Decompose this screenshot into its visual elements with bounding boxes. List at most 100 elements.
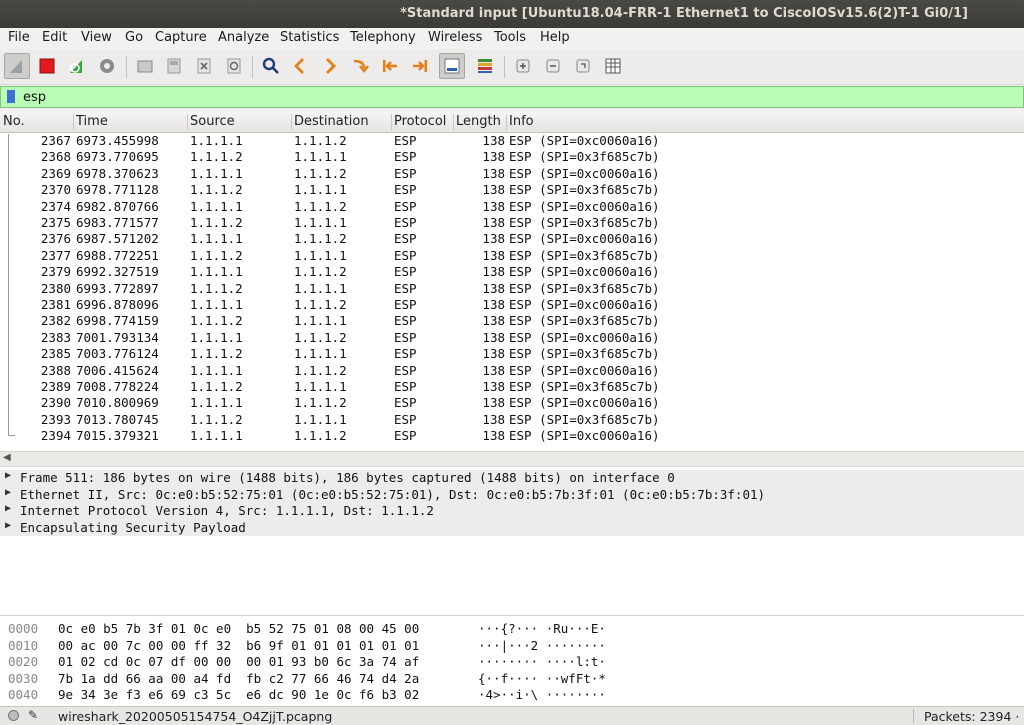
go-to-packet-icon[interactable]	[347, 53, 373, 79]
go-forward-arrow-icon[interactable]	[317, 53, 343, 79]
cell-destination: 1.1.1.2	[294, 329, 347, 345]
menu-go[interactable]: Go	[125, 30, 143, 45]
menu-help[interactable]: Help	[540, 30, 570, 45]
cell-info: ESP (SPI=0x3f685c7b)	[509, 411, 660, 427]
packet-row[interactable]: 2393 7013.780745 1.1.1.2 1.1.1.1 ESP 138 ESP (…	[0, 412, 1024, 428]
column-header-destination[interactable]: Destination	[294, 114, 369, 129]
menu-wireless[interactable]: Wireless	[428, 30, 482, 45]
stop-square-icon[interactable]	[34, 53, 60, 79]
menu-capture[interactable]: Capture	[155, 30, 207, 45]
packet-list-hscrollbar[interactable]: ◀	[0, 451, 1024, 466]
gear-options-icon[interactable]	[94, 53, 120, 79]
menu-telephony[interactable]: Telephony	[350, 30, 416, 45]
column-header-no[interactable]: No.	[3, 114, 25, 129]
packet-row[interactable]: 2381 6996.878096 1.1.1.1 1.1.1.2 ESP 138 ESP (…	[0, 297, 1024, 313]
packet-row[interactable]: 2376 6987.571202 1.1.1.1 1.1.1.2 ESP 138 ESP (…	[0, 231, 1024, 247]
cell-info: ESP (SPI=0x3f685c7b)	[509, 379, 660, 394]
toolbar-separator	[252, 56, 253, 78]
close-file-icon[interactable]	[191, 53, 217, 79]
detail-row-ipv4[interactable]: ▶ Internet Protocol Version 4, Src: 1.1.…	[0, 503, 1024, 520]
reload-file-icon[interactable]	[221, 53, 247, 79]
shark-fin-icon[interactable]	[4, 53, 30, 79]
cell-protocol: ESP	[394, 379, 417, 394]
packet-row[interactable]: 2375 6983.771577 1.1.1.2 1.1.1.1 ESP 138 ESP (…	[0, 215, 1024, 231]
main-toolbar	[0, 50, 1024, 85]
packet-row[interactable]: 2370 6978.771128 1.1.1.2 1.1.1.1 ESP 138 ESP (…	[0, 182, 1024, 198]
resize-columns-icon[interactable]	[600, 53, 626, 79]
zoom-in-icon[interactable]	[510, 53, 536, 79]
bookmark-icon[interactable]	[7, 90, 15, 103]
open-file-icon[interactable]	[132, 53, 158, 79]
cell-protocol: ESP	[394, 362, 417, 378]
packet-row[interactable]: 2374 6982.870766 1.1.1.1 1.1.1.2 ESP 138 ESP (…	[0, 199, 1024, 215]
expert-info-led-icon[interactable]	[8, 710, 19, 721]
packet-row[interactable]: 2367 6973.455998 1.1.1.1 1.1.1.2 ESP 138 ESP (…	[0, 133, 1024, 149]
bytes-row: 0000 0c e0 b5 7b 3f 01 0c e0 b5 52 75 01…	[8, 621, 606, 636]
packet-row[interactable]: 2390 7010.800969 1.1.1.1 1.1.1.2 ESP 138 ESP (…	[0, 395, 1024, 411]
cell-destination: 1.1.1.1	[294, 313, 347, 329]
cell-time: 6992.327519	[76, 264, 159, 280]
capture-file-name: wireshark_20200505154754_O4ZjjT.pcapng	[58, 709, 333, 724]
go-back-arrow-icon[interactable]	[287, 53, 313, 79]
save-file-icon[interactable]	[161, 53, 187, 79]
packet-row[interactable]: 2385 7003.776124 1.1.1.2 1.1.1.1 ESP 138 ESP (…	[0, 346, 1024, 362]
bytes-row: 0040 9e 34 3e f3 e6 69 c3 5c e6 dc 90 1e…	[8, 687, 606, 702]
packet-row[interactable]: 2369 6978.370623 1.1.1.1 1.1.1.2 ESP 138 ESP (…	[0, 166, 1024, 182]
cell-info: ESP (SPI=0xc0060a16)	[509, 231, 660, 247]
expand-triangle-icon[interactable]: ▶	[5, 487, 11, 498]
column-header-time[interactable]: Time	[76, 114, 108, 129]
expand-triangle-icon[interactable]: ▶	[5, 470, 11, 481]
first-packet-icon[interactable]	[377, 53, 403, 79]
scroll-left-icon[interactable]: ◀	[3, 452, 11, 463]
column-header-protocol[interactable]: Protocol	[394, 114, 446, 129]
display-filter-input[interactable]	[21, 87, 1015, 107]
menu-tools[interactable]: Tools	[494, 30, 526, 45]
cell-info: ESP (SPI=0xc0060a16)	[509, 329, 660, 345]
packet-row[interactable]: 2380 6993.772897 1.1.1.2 1.1.1.1 ESP 138 ESP (…	[0, 281, 1024, 297]
cell-time: 7006.415624	[76, 362, 159, 378]
column-header-length[interactable]: Length	[456, 114, 501, 129]
cell-destination: 1.1.1.1	[294, 379, 347, 394]
magnifier-find-icon[interactable]	[258, 53, 284, 79]
edit-comment-icon[interactable]: ✎	[28, 708, 38, 722]
packet-row[interactable]: 2382 6998.774159 1.1.1.2 1.1.1.1 ESP 138 ESP (…	[0, 313, 1024, 329]
column-header-source[interactable]: Source	[190, 114, 235, 129]
cell-length: 138	[482, 411, 505, 427]
menu-analyze[interactable]: Analyze	[218, 30, 269, 45]
cell-protocol: ESP	[394, 215, 417, 230]
menu-edit[interactable]: Edit	[42, 30, 67, 45]
detail-row-esp[interactable]: ▶ Encapsulating Security Payload	[0, 519, 1024, 536]
cell-info: ESP (SPI=0xc0060a16)	[509, 264, 660, 280]
cell-time: 7015.379321	[76, 428, 159, 444]
menu-file[interactable]: File	[8, 30, 30, 45]
cell-length: 138	[482, 198, 505, 214]
expand-triangle-icon[interactable]: ▶	[5, 503, 11, 514]
packet-row[interactable]: 2377 6988.772251 1.1.1.2 1.1.1.1 ESP 138 ESP (…	[0, 248, 1024, 264]
column-header-info[interactable]: Info	[509, 114, 534, 129]
normal-size-icon[interactable]	[570, 53, 596, 79]
menu-statistics[interactable]: Statistics	[280, 30, 339, 45]
cell-time: 6983.771577	[76, 215, 159, 230]
cell-no: 2380	[40, 280, 71, 296]
colorize-icon[interactable]	[472, 53, 498, 79]
cell-info: ESP (SPI=0xc0060a16)	[509, 133, 660, 148]
packet-row[interactable]: 2388 7006.415624 1.1.1.1 1.1.1.2 ESP 138 ESP (…	[0, 363, 1024, 379]
zoom-out-icon[interactable]	[540, 53, 566, 79]
cell-source: 1.1.1.1	[190, 165, 243, 181]
packet-row[interactable]: 2389 7008.778224 1.1.1.2 1.1.1.1 ESP 138 ESP (…	[0, 379, 1024, 395]
menu-bar: File Edit View Go Capture Analyze Statis…	[0, 28, 1024, 50]
last-packet-icon[interactable]	[407, 53, 433, 79]
expand-triangle-icon[interactable]: ▶	[5, 520, 11, 531]
restart-shark-fin-icon[interactable]	[64, 53, 90, 79]
packet-row[interactable]: 2383 7001.793134 1.1.1.1 1.1.1.2 ESP 138 ESP (…	[0, 330, 1024, 346]
detail-row-ethernet[interactable]: ▶ Ethernet II, Src: 0c:e0:b5:52:75:01 (0…	[0, 486, 1024, 503]
cell-time: 7003.776124	[76, 346, 159, 362]
autoscroll-icon[interactable]	[439, 53, 465, 79]
cell-time: 6996.878096	[76, 297, 159, 312]
detail-row-frame[interactable]: ▶ Frame 511: 186 bytes on wire (1488 bit…	[0, 470, 1024, 487]
cell-time: 7010.800969	[76, 395, 159, 411]
menu-view[interactable]: View	[81, 30, 112, 45]
packet-row[interactable]: 2379 6992.327519 1.1.1.1 1.1.1.2 ESP 138 ESP (…	[0, 264, 1024, 280]
packet-row[interactable]: 2394 7015.379321 1.1.1.1 1.1.1.2 ESP 138 ESP (…	[0, 428, 1024, 444]
packet-row[interactable]: 2368 6973.770695 1.1.1.2 1.1.1.1 ESP 138 ESP (…	[0, 149, 1024, 165]
